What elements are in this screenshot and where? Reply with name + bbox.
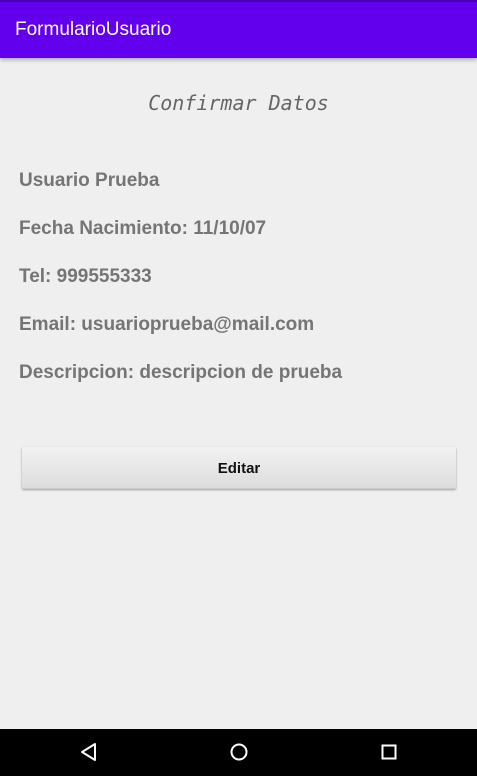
back-button[interactable]: [59, 729, 119, 776]
home-icon: [230, 743, 248, 761]
edit-button[interactable]: Editar: [22, 447, 456, 489]
user-name-text: Usuario Prueba: [19, 170, 160, 191]
recents-icon: [381, 744, 397, 760]
app-bar: FormularioUsuario: [0, 2, 477, 58]
phone-text: Tel: 999555333: [19, 266, 152, 287]
app-title: FormularioUsuario: [15, 19, 172, 40]
navigation-bar: [0, 729, 477, 776]
recents-button[interactable]: [359, 729, 419, 776]
description-text: Descripcion: descripcion de prueba: [19, 362, 343, 383]
back-icon: [81, 743, 96, 761]
birth-date-text: Fecha Nacimiento: 11/10/07: [19, 218, 267, 239]
home-button[interactable]: [209, 729, 269, 776]
page-title: Confirmar Datos: [148, 91, 329, 115]
email-text: Email: usuarioprueba@mail.com: [19, 314, 315, 335]
